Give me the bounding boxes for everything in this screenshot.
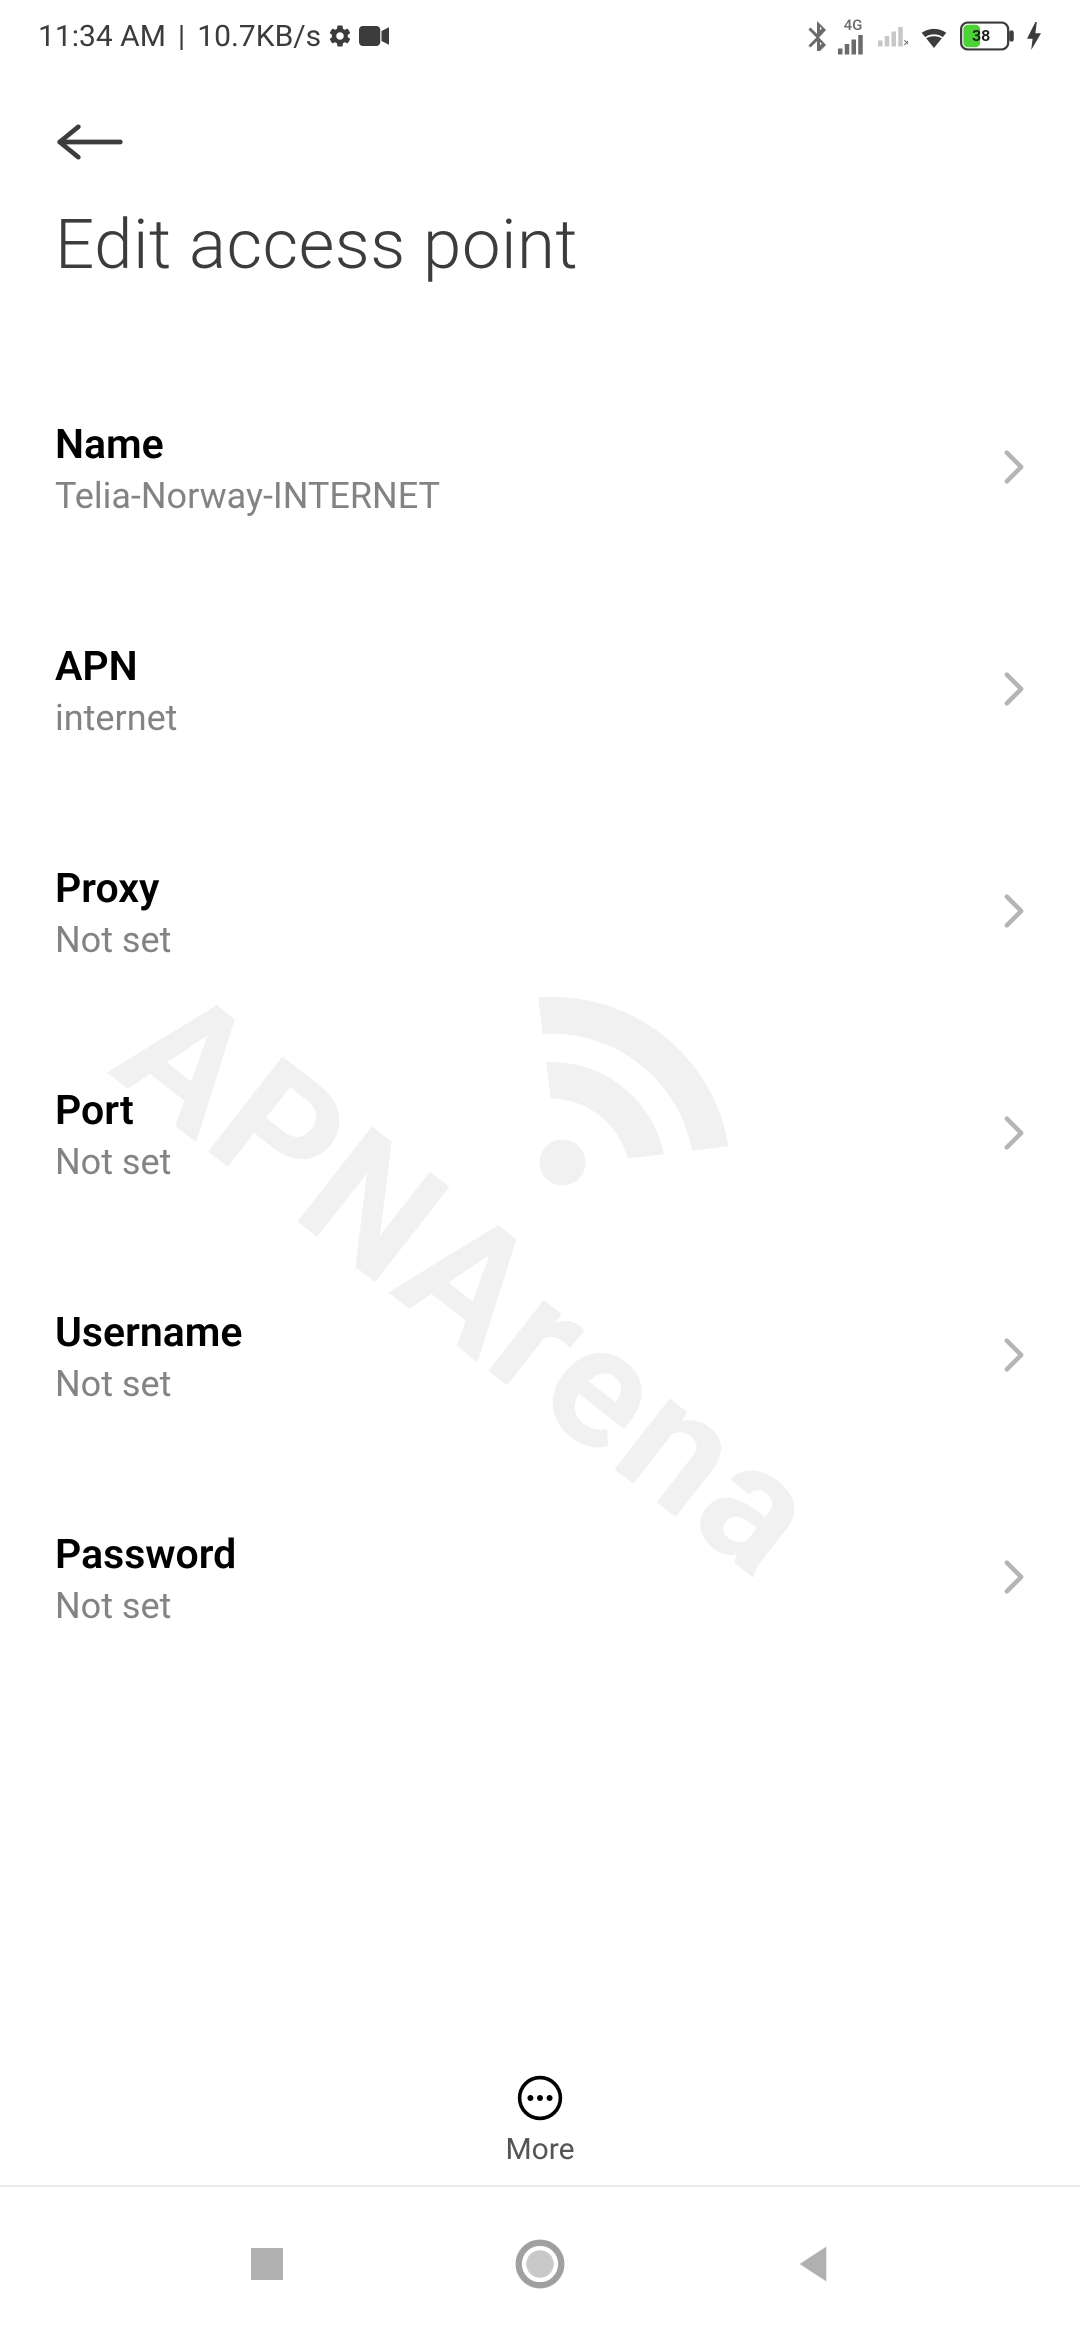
back-button[interactable] — [55, 122, 125, 162]
battery-icon: 38 — [960, 21, 1016, 51]
more-circle-icon — [516, 2074, 564, 2122]
setting-text: Name Telia-Norway-INTERNET — [55, 421, 440, 517]
setting-row-password[interactable]: Password Not set — [55, 1495, 1025, 1665]
status-bar: 11:34 AM | 10.7KB/s 4G × 38 — [0, 0, 1080, 60]
setting-label: Name — [55, 421, 440, 469]
chevron-right-icon — [1003, 671, 1025, 711]
arrow-left-icon — [55, 122, 125, 162]
page-title: Edit access point — [0, 166, 1080, 285]
setting-row-name[interactable]: Name Telia-Norway-INTERNET — [55, 385, 1025, 555]
setting-value: Not set — [55, 1141, 171, 1183]
chevron-right-icon — [1003, 893, 1025, 933]
signal-2-icon: × — [878, 25, 908, 47]
bluetooth-icon — [806, 21, 828, 51]
circle-icon — [515, 2239, 565, 2289]
gear-icon — [327, 23, 353, 49]
setting-value: Not set — [55, 1363, 242, 1405]
nav-home-button[interactable] — [500, 2224, 580, 2304]
chevron-right-icon — [1003, 449, 1025, 489]
setting-row-apn[interactable]: APN internet — [55, 607, 1025, 777]
status-time: 11:34 AM — [38, 19, 166, 54]
chevron-right-icon — [1003, 1559, 1025, 1599]
setting-text: Server Not set — [55, 1753, 174, 1760]
setting-text: Password Not set — [55, 1531, 236, 1627]
triangle-left-icon — [794, 2244, 832, 2284]
square-icon — [247, 2244, 287, 2284]
setting-row-proxy[interactable]: Proxy Not set — [55, 829, 1025, 999]
setting-value: Not set — [55, 919, 171, 961]
more-label: More — [505, 2132, 574, 2167]
setting-label: Port — [55, 1087, 171, 1135]
setting-value: Not set — [55, 1585, 236, 1627]
video-camera-icon — [359, 25, 389, 47]
settings-list: Name Telia-Norway-INTERNET APN internet … — [0, 285, 1080, 1760]
wifi-icon — [918, 23, 950, 49]
setting-label: Username — [55, 1309, 242, 1357]
bottom-action-bar: More — [0, 2055, 1080, 2185]
setting-label: APN — [55, 643, 177, 691]
charging-bolt-icon — [1026, 22, 1042, 50]
setting-text: Username Not set — [55, 1309, 242, 1405]
nav-recents-button[interactable] — [227, 2224, 307, 2304]
signal-1-icon: 4G — [838, 18, 868, 55]
status-separator: | — [178, 19, 185, 54]
app-bar — [0, 60, 1080, 166]
setting-label: Proxy — [55, 865, 171, 913]
setting-label: Password — [55, 1531, 236, 1579]
setting-value: internet — [55, 697, 177, 739]
svg-text:×: × — [904, 36, 909, 48]
setting-label: Server — [55, 1753, 174, 1760]
chevron-right-icon — [1003, 1115, 1025, 1155]
setting-value: Telia-Norway-INTERNET — [55, 475, 440, 517]
status-data-rate: 10.7KB/s — [197, 19, 321, 54]
settings-list-viewport[interactable]: Name Telia-Norway-INTERNET APN internet … — [0, 285, 1080, 1760]
more-button[interactable]: More — [505, 2074, 574, 2167]
setting-row-username[interactable]: Username Not set — [55, 1273, 1025, 1443]
status-left-cluster: 11:34 AM | 10.7KB/s — [38, 19, 389, 54]
setting-text: Proxy Not set — [55, 865, 171, 961]
system-nav-bar — [0, 2185, 1080, 2340]
nav-back-button[interactable] — [773, 2224, 853, 2304]
setting-row-port[interactable]: Port Not set — [55, 1051, 1025, 1221]
status-right-cluster: 4G × 38 — [806, 18, 1042, 55]
setting-text: Port Not set — [55, 1087, 171, 1183]
setting-text: APN internet — [55, 643, 177, 739]
setting-row-server[interactable]: Server Not set — [55, 1717, 1025, 1760]
chevron-right-icon — [1003, 1337, 1025, 1377]
